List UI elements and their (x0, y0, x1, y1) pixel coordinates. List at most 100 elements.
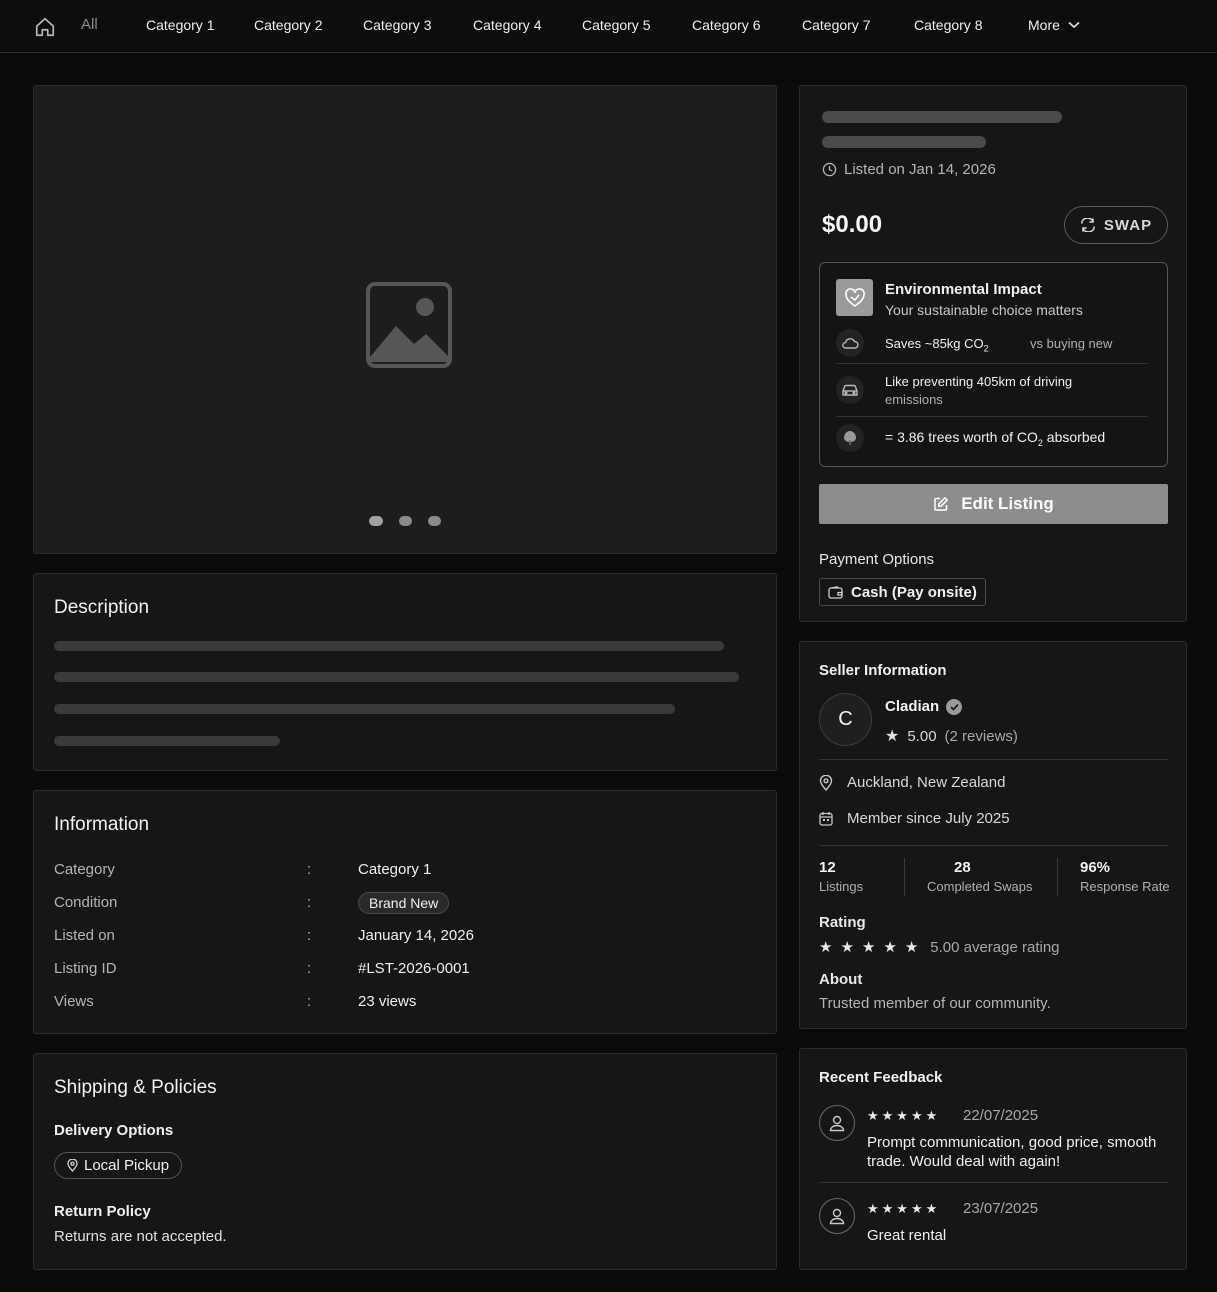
tree-icon (836, 424, 864, 452)
star-icon: ★ (840, 939, 854, 956)
average-rating-text: 5.00 average rating (930, 938, 1060, 956)
env-vs-text: vs buying new (1030, 336, 1113, 351)
nav-all[interactable]: All (81, 16, 98, 33)
seller-location-text: Auckland, New Zealand (847, 774, 1006, 791)
edit-listing-button[interactable]: Edit Listing (819, 484, 1168, 524)
stat-listings: 12 Listings (819, 859, 863, 894)
rating-stars: ★ ★ ★ ★ ★ 5.00 average rating (819, 938, 1060, 957)
verified-check-icon (946, 698, 963, 715)
shipping-title: Shipping & Policies (54, 1077, 217, 1098)
calendar-icon (819, 812, 833, 826)
nav-category-6[interactable]: Category 6 (692, 17, 760, 33)
gallery-dot-1[interactable] (369, 516, 383, 526)
price: $0.00 (822, 211, 883, 238)
wallet-icon (828, 585, 843, 599)
info-colon: : (307, 960, 312, 977)
info-row-views: Views : 23 views (54, 993, 754, 1015)
image-gallery[interactable] (33, 85, 777, 554)
info-label: Condition (54, 894, 118, 911)
stat-label: Listings (819, 879, 864, 894)
about-text: Trusted member of our community. (819, 995, 1051, 1012)
title-skeleton-line (822, 136, 986, 148)
feedback-text: Great rental (867, 1227, 947, 1244)
star-icon: ★ (904, 939, 919, 956)
env-driving-text-2: emissions (885, 392, 943, 407)
swap-button[interactable]: SWAP (1064, 206, 1168, 244)
top-navigation: All Category 1 Category 2 Category 3 Cat… (0, 0, 1217, 53)
reviewer-avatar-icon (819, 1198, 855, 1234)
shipping-card: Shipping & Policies Delivery Options Loc… (33, 1053, 777, 1270)
env-driving-text: Like preventing 405km of driving (885, 374, 1073, 389)
env-saves-subscript: 2 (983, 343, 989, 354)
divider (819, 759, 1168, 760)
reviewer-avatar-icon (819, 1105, 855, 1141)
nav-category-8[interactable]: Category 8 (914, 17, 982, 33)
return-policy-text: Returns are not accepted. (54, 1228, 227, 1245)
description-card: Description (33, 573, 777, 771)
nav-category-3[interactable]: Category 3 (363, 17, 431, 33)
recent-feedback-card: Recent Feedback ★★★★★ 22/07/2025 Prompt … (799, 1048, 1187, 1270)
env-trees: = 3.86 trees worth of CO2 absorbed (885, 429, 1105, 448)
info-colon: : (307, 861, 312, 878)
seller-rating: ★ 5.00 (2 reviews) (885, 726, 1018, 746)
information-title: Information (54, 814, 150, 835)
payment-option-chip: Cash (Pay onsite) (819, 578, 986, 606)
gallery-pagination (369, 516, 441, 526)
seller-rating-value: 5.00 (907, 727, 937, 745)
info-colon: : (307, 927, 312, 944)
car-icon (836, 376, 864, 404)
info-row-condition: Condition : Brand New (54, 892, 754, 916)
description-skeleton-line (54, 736, 280, 746)
env-title: Environmental Impact (885, 281, 1042, 298)
info-value: Category 1 (358, 861, 432, 878)
seller-member-since-text: Member since July 2025 (847, 810, 1010, 827)
stat-divider (1057, 858, 1058, 896)
listed-date-text: Listed on Jan 14, 2026 (844, 161, 996, 178)
stat-value: 28 (954, 859, 971, 876)
swap-icon (1081, 218, 1095, 232)
info-row-listed-on: Listed on : January 14, 2026 (54, 927, 754, 949)
stat-value: 12 (819, 859, 836, 876)
env-trees-text-2: absorbed (1042, 429, 1106, 445)
feedback-date: 22/07/2025 (963, 1107, 1039, 1124)
env-saves-text: Saves ~85kg CO (885, 336, 984, 351)
edit-icon (934, 497, 949, 511)
avatar[interactable]: C (819, 693, 872, 746)
cloud-icon (836, 329, 864, 357)
seller-name[interactable]: Cladian (885, 698, 963, 715)
nav-more[interactable]: More (1028, 17, 1080, 33)
nav-category-1[interactable]: Category 1 (146, 17, 214, 33)
star-icon: ★ (861, 939, 876, 956)
nav-category-4[interactable]: Category 4 (473, 17, 541, 33)
star-icon: ★ (819, 939, 833, 956)
star-icon: ★ (885, 728, 900, 745)
feedback-title: Recent Feedback (819, 1069, 943, 1086)
nav-category-2[interactable]: Category 2 (254, 17, 322, 33)
description-skeleton-line (54, 641, 724, 651)
description-skeleton-line (54, 672, 739, 682)
chevron-down-icon (1068, 21, 1080, 29)
gallery-dot-2[interactable] (399, 516, 412, 526)
feedback-text: Prompt communication, good price, smooth… (867, 1134, 1157, 1170)
listing-summary-card: Listed on Jan 14, 2026 $0.00 SWAP Enviro… (799, 85, 1187, 622)
location-pin-icon (67, 1159, 78, 1172)
gallery-dot-3[interactable] (428, 516, 441, 526)
home-icon[interactable] (34, 16, 56, 38)
env-saves: Saves ~85kg CO2 (885, 336, 989, 354)
seller-review-count: (2 reviews) (944, 727, 1018, 745)
swap-button-label: SWAP (1103, 216, 1153, 234)
seller-name-text: Cladian (885, 698, 940, 715)
info-value: #LST-2026-0001 (358, 960, 470, 977)
environmental-impact-panel: Environmental Impact Your sustainable ch… (819, 262, 1168, 467)
info-row-listing-id: Listing ID : #LST-2026-0001 (54, 960, 754, 982)
information-card: Information Category : Category 1 Condit… (33, 790, 777, 1034)
info-value: 23 views (358, 993, 417, 1010)
stat-divider (904, 858, 905, 896)
info-colon: : (307, 894, 312, 911)
nav-category-7[interactable]: Category 7 (802, 17, 870, 33)
seller-location: Auckland, New Zealand (819, 774, 1005, 791)
rating-title: Rating (819, 914, 866, 931)
nav-category-5[interactable]: Category 5 (582, 17, 650, 33)
seller-title: Seller Information (819, 662, 947, 679)
feedback-stars: ★★★★★ (867, 1201, 941, 1216)
